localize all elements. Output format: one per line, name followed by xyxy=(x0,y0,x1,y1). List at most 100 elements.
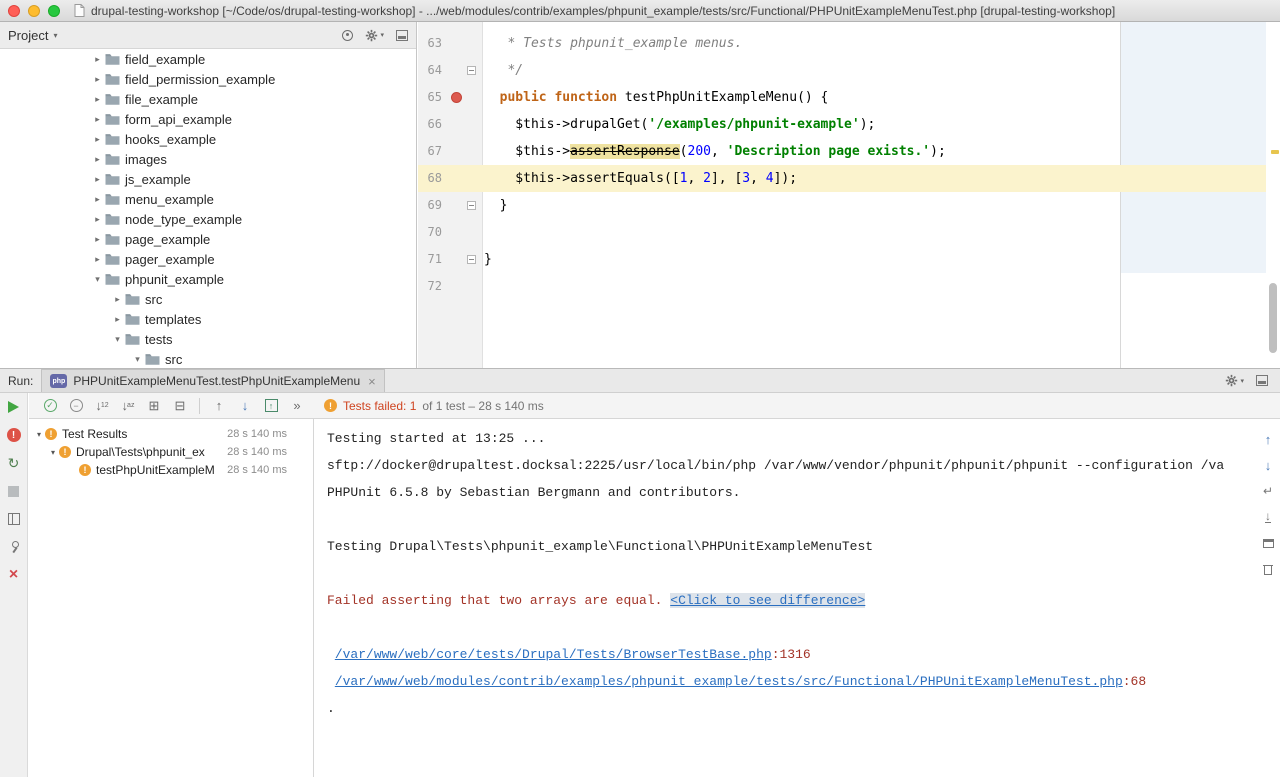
project-panel-title[interactable]: Project xyxy=(8,28,48,43)
project-tree-item[interactable]: ▸templates xyxy=(0,309,416,329)
chevron-right-icon[interactable]: ▸ xyxy=(91,94,104,105)
console-link[interactable]: /var/www/web/core/tests/Drupal/Tests/Bro… xyxy=(335,647,772,662)
minimize-window-button[interactable] xyxy=(28,5,40,17)
project-tree-item[interactable]: ▸file_example xyxy=(0,89,416,109)
show-ignored-button[interactable]: − xyxy=(64,395,88,417)
project-tree-item[interactable]: ▾phpunit_example xyxy=(0,269,416,289)
test-tree-row[interactable]: ▾!Drupal\Tests\phpunit_ex28 s 140 ms xyxy=(29,443,313,461)
collapse-all-button[interactable]: ⊟ xyxy=(168,395,192,417)
chevron-right-icon[interactable]: ▸ xyxy=(91,254,104,265)
project-tree-item[interactable]: ▸images xyxy=(0,149,416,169)
chevron-right-icon[interactable]: ▸ xyxy=(91,134,104,145)
hide-panel-icon[interactable] xyxy=(1256,375,1268,386)
chevron-right-icon[interactable]: ▸ xyxy=(91,154,104,165)
editor-scrollbar-thumb[interactable] xyxy=(1269,283,1277,353)
fold-marker-icon[interactable] xyxy=(467,255,476,264)
editor-gutter[interactable]: 65 xyxy=(418,84,482,111)
code-text[interactable]: */ xyxy=(482,57,523,84)
settings-gear-icon[interactable]: ▾ xyxy=(1225,374,1244,387)
expand-all-button[interactable]: ⊞ xyxy=(142,395,166,417)
project-tree-item[interactable]: ▸hooks_example xyxy=(0,129,416,149)
soft-wrap-button[interactable]: ↵ xyxy=(1260,483,1276,499)
editor-gutter[interactable]: 66 xyxy=(418,111,482,138)
pin-tab-button[interactable] xyxy=(0,533,28,561)
print-button[interactable] xyxy=(1260,535,1276,551)
import-test-results-button[interactable]: ↑ xyxy=(259,395,283,417)
editor-gutter[interactable]: 67 xyxy=(418,138,482,165)
chevron-down-icon[interactable]: ▾ xyxy=(131,354,144,365)
editor-gutter[interactable]: 70 xyxy=(418,219,482,246)
editor-gutter[interactable]: 69 xyxy=(418,192,482,219)
test-console[interactable]: Testing started at 13:25 ...sftp://docke… xyxy=(314,419,1280,777)
test-tree-row[interactable]: !testPhpUnitExampleM28 s 140 ms xyxy=(29,461,313,479)
editor-gutter[interactable]: 63 xyxy=(418,30,482,57)
toggle-auto-test-button[interactable]: ↻ xyxy=(0,449,28,477)
chevron-down-icon[interactable]: ▾ xyxy=(91,274,104,285)
fold-marker-icon[interactable] xyxy=(467,201,476,210)
restore-layout-button[interactable] xyxy=(0,505,28,533)
code-text[interactable]: public function testPhpUnitExampleMenu()… xyxy=(482,84,828,111)
project-tree-item[interactable]: ▸field_example xyxy=(0,49,416,69)
project-tree-item[interactable]: ▸menu_example xyxy=(0,189,416,209)
chevron-right-icon[interactable]: ▸ xyxy=(91,54,104,65)
hide-panel-icon[interactable] xyxy=(396,30,408,41)
code-text[interactable] xyxy=(482,273,484,300)
stop-button[interactable] xyxy=(0,477,28,505)
zoom-window-button[interactable] xyxy=(48,5,60,17)
chevron-down-icon[interactable]: ▾ xyxy=(53,31,57,40)
code-text[interactable]: * Tests phpunit_example menus. xyxy=(482,30,742,57)
code-text[interactable]: $this->assertResponse(200, 'Description … xyxy=(482,138,946,165)
console-link[interactable]: <Click to see difference> xyxy=(670,593,865,608)
next-failed-test-button[interactable]: ↓ xyxy=(233,395,257,417)
scroll-to-end-button[interactable]: ↓ xyxy=(1260,509,1276,525)
chevron-right-icon[interactable]: ▸ xyxy=(91,234,104,245)
settings-gear-icon[interactable]: ▾ xyxy=(365,29,384,42)
show-passed-button[interactable]: ✓ xyxy=(38,395,62,417)
editor-gutter[interactable]: 71 xyxy=(418,246,482,273)
project-tree-item[interactable]: ▾tests xyxy=(0,329,416,349)
close-window-button[interactable] xyxy=(8,5,20,17)
more-actions-button[interactable]: » xyxy=(285,395,309,417)
chevron-down-icon[interactable]: ▾ xyxy=(33,430,45,439)
test-tree-row[interactable]: ▾!Test Results28 s 140 ms xyxy=(29,425,313,443)
chevron-right-icon[interactable]: ▸ xyxy=(91,194,104,205)
warning-stripe-mark[interactable] xyxy=(1271,150,1279,154)
rerun-button[interactable] xyxy=(0,393,28,421)
chevron-right-icon[interactable]: ▸ xyxy=(91,174,104,185)
close-button[interactable]: × xyxy=(0,561,28,589)
previous-failed-test-button[interactable]: ↑ xyxy=(207,395,231,417)
code-text[interactable]: } xyxy=(482,192,507,219)
console-link[interactable]: /var/www/web/modules/contrib/examples/ph… xyxy=(335,674,1123,689)
chevron-right-icon[interactable]: ▸ xyxy=(111,314,124,325)
code-text[interactable]: $this->assertEquals([1, 2], [3, 4]); xyxy=(482,165,797,192)
chevron-right-icon[interactable]: ▸ xyxy=(91,214,104,225)
editor-gutter[interactable]: 72 xyxy=(418,273,482,300)
project-tree-item[interactable]: ▸page_example xyxy=(0,229,416,249)
chevron-down-icon[interactable]: ▾ xyxy=(111,334,124,345)
project-tree-item[interactable]: ▸pager_example xyxy=(0,249,416,269)
code-text[interactable] xyxy=(482,219,484,246)
failed-test-gutter-icon[interactable] xyxy=(451,92,462,103)
fold-marker-icon[interactable] xyxy=(467,66,476,75)
sort-by-duration-button[interactable]: ↓12 xyxy=(90,395,114,417)
editor-gutter[interactable]: 64 xyxy=(418,57,482,84)
chevron-right-icon[interactable]: ▸ xyxy=(91,74,104,85)
project-tree-item[interactable]: ▸form_api_example xyxy=(0,109,416,129)
sort-alphabetically-button[interactable]: ↓az xyxy=(116,395,140,417)
chevron-right-icon[interactable]: ▸ xyxy=(111,294,124,305)
project-tree-item[interactable]: ▸field_permission_example xyxy=(0,69,416,89)
chevron-right-icon[interactable]: ▸ xyxy=(91,114,104,125)
down-stack-trace-button[interactable]: ↓ xyxy=(1260,457,1276,473)
project-tree-item[interactable]: ▸node_type_example xyxy=(0,209,416,229)
locate-icon[interactable] xyxy=(342,30,353,41)
clear-all-button[interactable] xyxy=(1260,561,1276,577)
run-tab[interactable]: php PHPUnitExampleMenuTest.testPhpUnitEx… xyxy=(41,369,384,392)
rerun-failed-tests-button[interactable]: ! xyxy=(0,421,28,449)
up-stack-trace-button[interactable]: ↑ xyxy=(1260,431,1276,447)
code-text[interactable]: } xyxy=(482,246,492,273)
code-editor[interactable]: 63 * Tests phpunit_example menus.64 */65… xyxy=(418,22,1280,368)
close-tab-icon[interactable]: × xyxy=(368,374,376,389)
code-text[interactable]: $this->drupalGet('/examples/phpunit-exam… xyxy=(482,111,875,138)
editor-gutter[interactable]: 68 xyxy=(418,165,482,192)
project-tree-item[interactable]: ▾src xyxy=(0,349,416,368)
